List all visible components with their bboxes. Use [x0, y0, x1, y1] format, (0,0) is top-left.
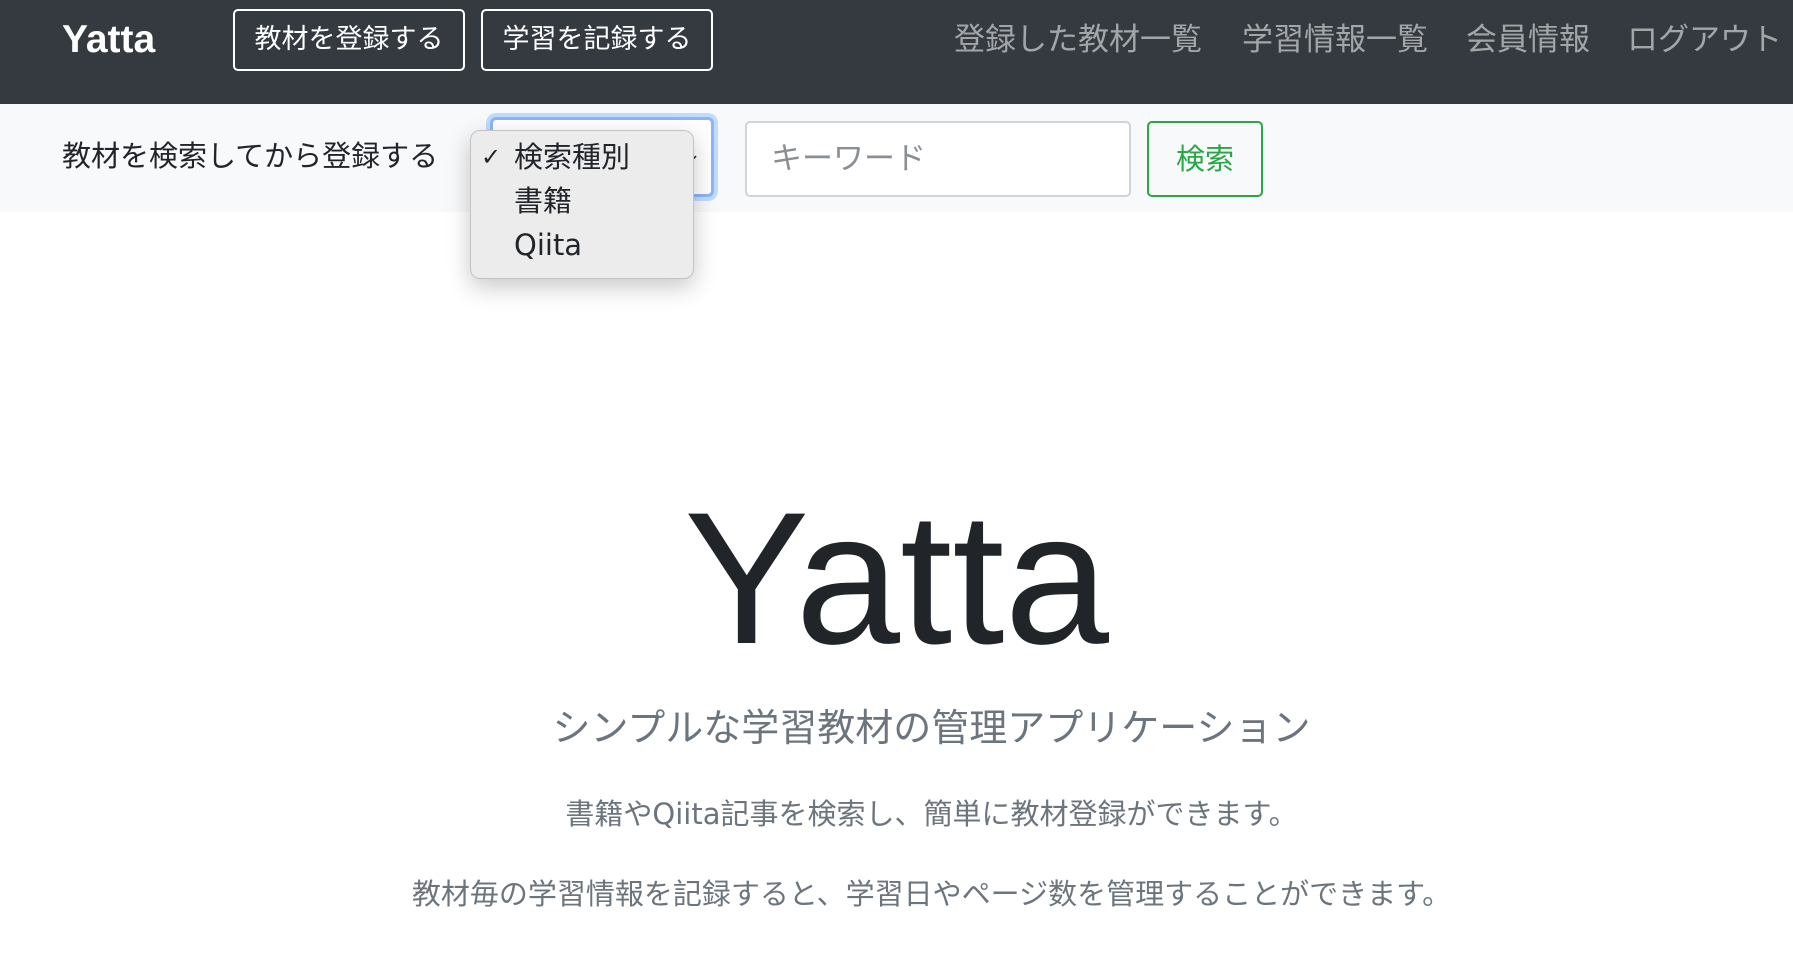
nav-link-study-list[interactable]: 学習情報一覧 — [1242, 18, 1428, 62]
hero-description-1: 書籍やQiita記事を検索し、簡単に教材登録ができます。 — [565, 797, 1298, 831]
dropdown-option-books[interactable]: 書籍 — [471, 179, 693, 223]
dropdown-option-label: 検索種別 — [514, 140, 631, 174]
search-label: 教材を検索してから登録する — [62, 139, 439, 173]
search-type-dropdown-menu: ✓ 検索種別 書籍 Qiita — [470, 130, 694, 279]
record-study-button[interactable]: 学習を記録する — [481, 9, 713, 71]
nav-link-member-info[interactable]: 会員情報 — [1466, 18, 1590, 62]
top-navbar: Yatta 教材を登録する 学習を記録する 登録した教材一覧 学習情報一覧 会員… — [0, 0, 1793, 104]
brand-logo[interactable]: Yatta — [62, 18, 155, 62]
nav-link-materials-list[interactable]: 登録した教材一覧 — [954, 18, 1202, 62]
hero-lead: シンプルな学習教材の管理アプリケーション — [552, 706, 1311, 750]
keyword-input[interactable] — [745, 121, 1131, 197]
nav-link-logout[interactable]: ログアウト — [1627, 18, 1782, 62]
search-button[interactable]: 検索 — [1147, 121, 1263, 197]
dropdown-option-label: 書籍 — [514, 184, 573, 218]
dropdown-option-search-type[interactable]: ✓ 検索種別 — [471, 135, 693, 179]
hero-description-2: 教材毎の学習情報を記録すると、学習日やページ数を管理することができます。 — [411, 877, 1452, 911]
search-bar: 教材を検索してから登録する ⌄ 検索 — [0, 104, 1793, 212]
register-material-button[interactable]: 教材を登録する — [233, 9, 465, 71]
checkmark-icon: ✓ — [481, 143, 502, 171]
dropdown-option-qiita[interactable]: Qiita — [471, 223, 693, 267]
hero-title: Yatta — [683, 473, 1110, 683]
dropdown-option-label: Qiita — [514, 228, 583, 262]
